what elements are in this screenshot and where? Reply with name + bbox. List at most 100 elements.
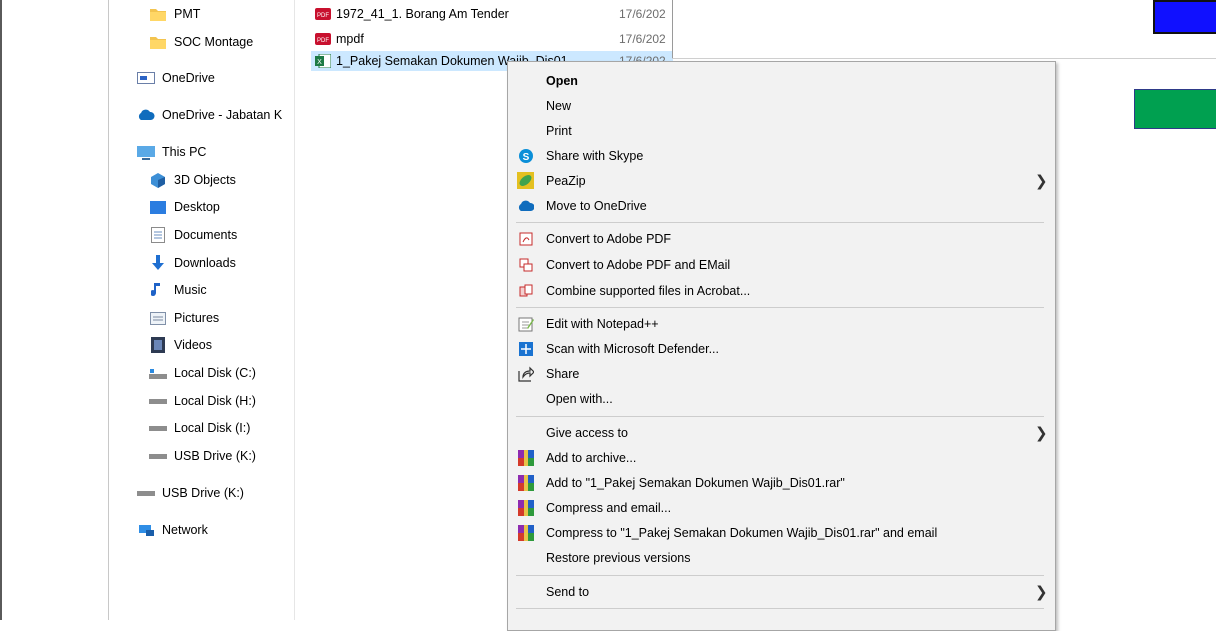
pdf-icon: PDF [315, 32, 331, 46]
folder-icon [149, 6, 167, 22]
menu-item-edit-notepadpp[interactable]: Edit with Notepad++ [508, 311, 1055, 336]
nav-item-soc-montage[interactable]: SOC Montage [149, 31, 253, 53]
menu-item-label: Convert to Adobe PDF [546, 231, 672, 246]
nav-item-label: PMT [174, 7, 201, 21]
winrar-icon [517, 524, 534, 541]
menu-item-label: Print [546, 123, 572, 138]
nav-item-local-disk-h[interactable]: Local Disk (H:) [149, 390, 256, 412]
menu-item-print[interactable]: Print [508, 118, 1055, 143]
pdf-icon: PDF [315, 7, 331, 21]
menu-item-label: PeaZip [546, 173, 586, 188]
nav-item-usb-drive-k-root[interactable]: USB Drive (K:) [137, 482, 244, 504]
menu-item-label: Add to archive... [546, 450, 637, 465]
menu-item-add-to-archive[interactable]: Add to archive... [508, 445, 1055, 470]
drive-icon [149, 393, 167, 409]
nav-item-label: This PC [162, 145, 207, 159]
music-icon [149, 282, 167, 298]
window-edge [672, 58, 1216, 59]
computer-icon [137, 144, 155, 160]
nav-item-documents[interactable]: Documents [149, 224, 237, 246]
blue-rectangle [1153, 0, 1216, 34]
menu-item-open-with[interactable]: Open with... [508, 386, 1055, 411]
menu-item-convert-pdf-email[interactable]: Convert to Adobe PDF and EMail [508, 252, 1055, 277]
skype-icon: S [517, 147, 534, 164]
menu-item-label: Give access to [546, 425, 628, 440]
menu-item-label: Open [546, 73, 578, 88]
nav-item-usb-drive-k[interactable]: USB Drive (K:) [149, 445, 256, 467]
menu-item-send-to[interactable]: Send to ❯ [508, 579, 1055, 604]
nav-item-videos[interactable]: Videos [149, 334, 212, 356]
nav-item-label: USB Drive (K:) [162, 486, 244, 500]
menu-separator [516, 608, 1044, 609]
menu-item-label: New [546, 98, 572, 113]
menu-item-convert-to-adobe-pdf[interactable]: Convert to Adobe PDF [508, 226, 1055, 251]
nav-item-onedrive[interactable]: OneDrive [137, 67, 215, 89]
file-date: 17/6/202 [619, 32, 666, 46]
cloud-icon [137, 107, 155, 123]
onedrive-icon [137, 70, 155, 86]
menu-item-compress-to-rar-email[interactable]: Compress to "1_Pakej Semakan Dokumen Waj… [508, 520, 1055, 545]
file-row[interactable]: PDF mpdf [315, 29, 364, 49]
acrobat-combine-icon [517, 282, 534, 299]
menu-item-add-to-rar[interactable]: Add to "1_Pakej Semakan Dokumen Wajib_Di… [508, 470, 1055, 495]
excel-icon: X [315, 53, 332, 69]
nav-item-local-disk-c[interactable]: Local Disk (C:) [149, 362, 256, 384]
nav-item-label: SOC Montage [174, 35, 254, 49]
menu-item-peazip[interactable]: PeaZip ❯ [508, 168, 1055, 193]
nav-item-desktop[interactable]: Desktop [149, 196, 220, 218]
nav-item-onedrive-jabatan[interactable]: OneDrive - Jabatan K [137, 104, 282, 126]
menu-item-open[interactable]: Open [508, 68, 1055, 93]
notepadpp-icon [517, 315, 534, 332]
menu-item-new[interactable]: New [508, 93, 1055, 118]
nav-item-label: Downloads [174, 256, 236, 270]
folder-icon [149, 34, 167, 50]
winrar-icon [517, 449, 534, 466]
nav-item-this-pc[interactable]: This PC [137, 141, 206, 163]
menu-item-share[interactable]: Share [508, 361, 1055, 386]
svg-text:PDF: PDF [317, 13, 329, 19]
nav-item-3d-objects[interactable]: 3D Objects [149, 169, 236, 191]
nav-item-label: Pictures [174, 311, 220, 325]
nav-item-network[interactable]: Network [137, 519, 208, 541]
nav-item-downloads[interactable]: Downloads [149, 252, 236, 274]
nav-item-label: Music [174, 283, 207, 297]
network-icon [137, 522, 155, 538]
adobe-pdf-email-icon [517, 256, 534, 273]
nav-item-music[interactable]: Music [149, 279, 207, 301]
menu-item-combine-acrobat[interactable]: Combine supported files in Acrobat... [508, 278, 1055, 303]
winrar-icon [517, 474, 534, 491]
menu-item-label: Combine supported files in Acrobat... [546, 283, 751, 298]
menu-item-give-access-to[interactable]: Give access to ❯ [508, 420, 1055, 445]
cloud-icon [517, 197, 534, 214]
menu-item-label: Share [546, 366, 580, 381]
file-name: 1972_41_1. Borang Am Tender [336, 7, 509, 21]
navigation-pane: PMT SOC Montage OneDrive OneDrive - Jaba… [109, 0, 295, 620]
pictures-icon [149, 310, 167, 326]
desktop-icon [149, 199, 167, 215]
chevron-right-icon: ❯ [1035, 172, 1048, 190]
drive-icon [149, 420, 167, 436]
context-menu: Open New Print S Share with Skype PeaZip… [507, 61, 1056, 631]
file-row[interactable]: PDF 1972_41_1. Borang Am Tender [315, 4, 509, 24]
menu-item-share-with-skype[interactable]: S Share with Skype [508, 143, 1055, 168]
nav-item-label: Local Disk (H:) [174, 394, 256, 408]
menu-item-move-to-onedrive[interactable]: Move to OneDrive [508, 193, 1055, 218]
file-name: mpdf [336, 32, 364, 46]
usb-drive-icon [149, 448, 167, 464]
document-icon [149, 227, 167, 243]
menu-separator [516, 307, 1044, 308]
nav-item-local-disk-i[interactable]: Local Disk (I:) [149, 417, 250, 439]
chevron-right-icon: ❯ [1035, 424, 1048, 442]
defender-icon [517, 340, 534, 357]
nav-item-label: OneDrive - Jabatan K [162, 108, 283, 122]
menu-item-restore-previous-versions[interactable]: Restore previous versions [508, 545, 1055, 570]
pane-divider [294, 0, 295, 620]
nav-item-pictures[interactable]: Pictures [149, 307, 219, 329]
nav-item-pmt[interactable]: PMT [149, 3, 200, 25]
nav-item-label: USB Drive (K:) [174, 449, 256, 463]
menu-item-label: Move to OneDrive [546, 198, 647, 213]
download-icon [149, 255, 167, 271]
nav-item-label: Videos [174, 338, 212, 352]
menu-item-scan-defender[interactable]: Scan with Microsoft Defender... [508, 336, 1055, 361]
menu-item-compress-and-email[interactable]: Compress and email... [508, 495, 1055, 520]
